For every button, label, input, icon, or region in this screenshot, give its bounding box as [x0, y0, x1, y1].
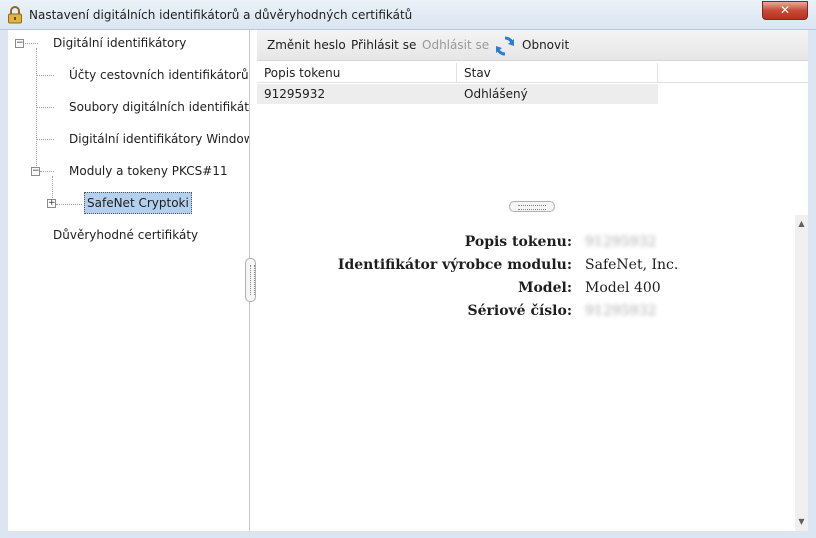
refresh-button[interactable]: Obnovit	[522, 38, 569, 52]
horizontal-splitter-handle[interactable]	[509, 201, 555, 212]
detail-value: SafeNet, Inc.	[585, 257, 679, 273]
token-panel: Změnit heslo Přihlásit se Odhlásit se Ob…	[257, 30, 808, 531]
refresh-icon[interactable]	[494, 35, 516, 57]
token-details: Popis tokenu: 91295932 Identifikátor výr…	[257, 215, 795, 531]
detail-label: Identifikátor výrobce modulu:	[337, 257, 572, 273]
title-bar: Nastavení digitálních identifikátorů a d…	[0, 0, 816, 30]
tree-item-trusted-certificates[interactable]: Důvěryhodné certifikáty	[53, 228, 198, 242]
tree-item-digital-ids[interactable]: Digitální identifikátory	[53, 36, 186, 50]
tree-item-safenet-cryptoki[interactable]: SafeNet Cryptoki	[84, 192, 192, 214]
detail-value: 91295932	[585, 303, 657, 319]
login-button[interactable]: Přihlásit se	[351, 38, 416, 52]
cell-status: Odhlášený	[464, 87, 528, 101]
close-button[interactable]: ✕	[762, 1, 808, 20]
tree-connector	[36, 75, 54, 76]
detail-row: Sériové číslo: 91295932	[257, 303, 795, 326]
tree-connector	[36, 107, 54, 108]
detail-label: Model:	[517, 280, 572, 296]
scroll-up-icon[interactable]: ▲	[797, 219, 806, 228]
column-header-status[interactable]: Stav	[457, 63, 658, 83]
detail-row: Identifikátor výrobce modulu: SafeNet, I…	[257, 257, 795, 280]
tree-connector	[40, 171, 54, 172]
table-row[interactable]: 91295932 Odhlášený	[257, 84, 658, 104]
cell-token-description: 91295932	[264, 87, 326, 101]
window-frame-right	[808, 30, 816, 538]
scroll-down-icon[interactable]: ▼	[797, 517, 806, 526]
lock-icon	[8, 6, 22, 24]
navigation-tree: − Digitální identifikátory Účty cestovní…	[8, 30, 250, 531]
detail-value: 91295932	[585, 234, 657, 250]
tree-connector	[56, 204, 82, 205]
window-frame-left	[0, 30, 8, 538]
toolbar: Změnit heslo Přihlásit se Odhlásit se Ob…	[257, 30, 808, 61]
tree-item-roaming-id-accounts[interactable]: Účty cestovních identifikátorů	[69, 68, 249, 82]
tree-collapse-toggle[interactable]: −	[15, 39, 24, 48]
vertical-splitter-handle[interactable]	[245, 258, 256, 302]
tree-connector	[36, 48, 37, 170]
detail-label: Sériové číslo:	[467, 303, 572, 319]
tree-item-windows-digital-ids[interactable]: Digitální identifikátory Windows	[69, 132, 249, 146]
detail-value: Model 400	[585, 280, 661, 296]
detail-row: Popis tokenu: 91295932	[257, 234, 795, 257]
tree-connector	[22, 43, 38, 44]
column-header-token-description[interactable]: Popis tokenu	[257, 63, 457, 83]
window-frame-bottom	[0, 531, 816, 538]
detail-row: Model: Model 400	[257, 280, 795, 303]
tree-expand-toggle[interactable]: +	[47, 199, 56, 208]
tree-item-digital-id-files[interactable]: Soubory digitálních identifikátorů	[69, 100, 249, 114]
tree-item-pkcs11-modules[interactable]: Moduly a tokeny PKCS#11	[69, 164, 228, 178]
detail-label: Popis tokenu:	[464, 234, 572, 250]
tree-collapse-toggle[interactable]: −	[31, 167, 40, 176]
logout-button: Odhlásit se	[422, 38, 490, 52]
change-password-button[interactable]: Změnit heslo	[267, 38, 346, 52]
tree-connector	[36, 139, 54, 140]
table-header: Popis tokenu Stav	[257, 63, 808, 83]
details-scrollbar[interactable]: ▲ ▼	[795, 215, 808, 531]
window-title: Nastavení digitálních identifikátorů a d…	[29, 8, 413, 22]
